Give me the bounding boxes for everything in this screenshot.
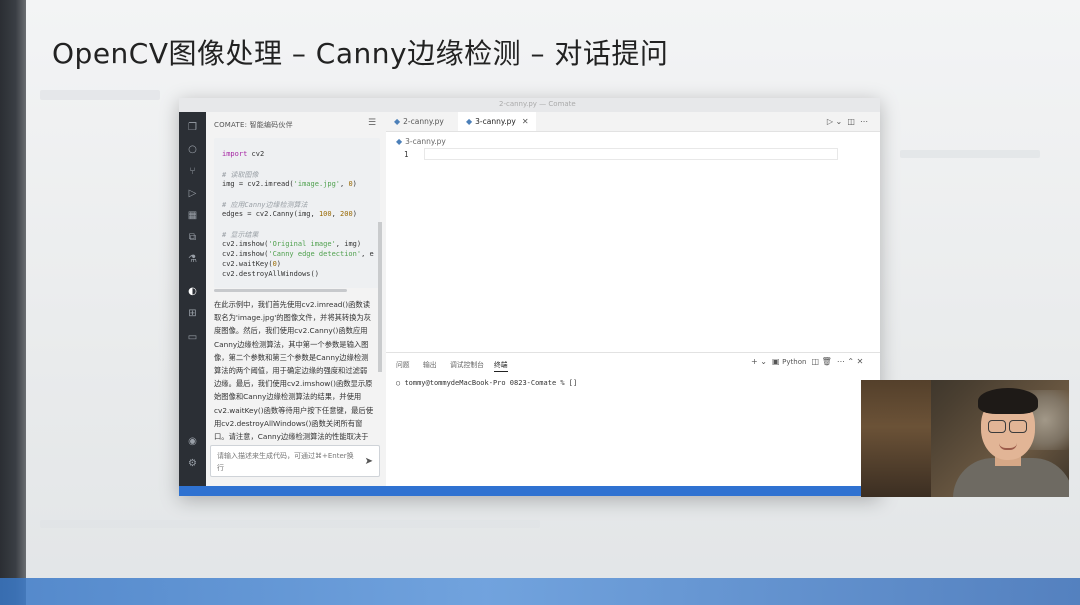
line-number: 1 bbox=[404, 150, 409, 159]
run-debug-icon[interactable]: ▷ bbox=[187, 188, 198, 199]
code-comment: # 显示结果 bbox=[222, 231, 259, 239]
close-panel-icon[interactable]: ✕ bbox=[857, 357, 864, 366]
ide-window: 2-canny.py — Comate ❐ ○ ⑂ ▷ ▦ ⧉ ⚗ ◐ ⊞ ▭ … bbox=[179, 98, 880, 496]
gear-icon[interactable]: ⚙ bbox=[187, 458, 198, 469]
testing-icon[interactable]: ⚗ bbox=[187, 254, 198, 265]
prompt-placeholder: 请输入描述来生成代码，可通过⌘+Enter换行 bbox=[217, 452, 354, 472]
split-editor-icon[interactable]: ◫ bbox=[847, 117, 855, 126]
code-token: ) bbox=[352, 180, 357, 188]
current-line[interactable] bbox=[424, 148, 838, 160]
code-number: 100 bbox=[318, 210, 332, 218]
python-file-icon: ◆ bbox=[394, 117, 401, 126]
code-token: img = cv2.imread( bbox=[222, 180, 294, 188]
code-token: import bbox=[222, 150, 248, 158]
slide-title: OpenCV图像处理 – Canny边缘检测 – 对话提问 bbox=[52, 37, 669, 70]
status-bar bbox=[179, 486, 880, 496]
background-ghost bbox=[40, 90, 160, 100]
extensions-icon[interactable]: ▦ bbox=[187, 210, 198, 221]
breadcrumb[interactable]: ◆ 3-canny.py bbox=[396, 137, 446, 146]
code-token: , bbox=[331, 210, 341, 218]
code-token: , img) bbox=[335, 240, 362, 248]
code-token: cv2.destroyAllWindows() bbox=[222, 270, 319, 278]
new-terminal-icon[interactable]: + bbox=[751, 357, 758, 366]
window-titlebar: 2-canny.py — Comate bbox=[179, 98, 880, 113]
trash-icon[interactable]: 🗑 bbox=[822, 357, 832, 366]
panel-actions: + ⌄ ▣ Python ◫ 🗑 ⋯ ⌃ ✕ bbox=[751, 357, 864, 366]
maximize-icon[interactable]: ⌃ bbox=[847, 357, 854, 366]
window-title: 2-canny.py — Comate bbox=[499, 100, 576, 108]
tab-debug-console[interactable]: 调试控制台 bbox=[450, 359, 484, 369]
python-file-icon: ◆ bbox=[466, 117, 473, 126]
background-left-edge bbox=[0, 0, 26, 605]
code-token: , e bbox=[361, 250, 374, 258]
activity-bar: ❐ ○ ⑂ ▷ ▦ ⧉ ⚗ ◐ ⊞ ▭ ◉ ⚙ bbox=[179, 112, 206, 496]
background-bottom-taskbar bbox=[0, 578, 1080, 605]
tab-2-canny[interactable]: ◆ 2-canny.py bbox=[386, 112, 458, 131]
terminal-prompt-text: tommy@tommydeMacBook-Pro 0823-Comate % [… bbox=[404, 379, 578, 387]
tab-label: 2-canny.py bbox=[403, 117, 444, 126]
source-control-icon[interactable]: ⑂ bbox=[187, 166, 198, 177]
code-string: 'image.jpg' bbox=[293, 180, 341, 188]
background-ghost bbox=[40, 520, 540, 528]
comate-sidebar: COMATE: 智能编码伙伴 ☰ import cv2 # 读取图像 img =… bbox=[206, 112, 387, 496]
code-snippet: import cv2 # 读取图像 img = cv2.imread('imag… bbox=[214, 138, 380, 288]
editor-area: ◆ 2-canny.py ◆ 3-canny.py ✕ ▷ ⌄ ◫ ⋯ ◆ 3-cann… bbox=[386, 112, 880, 496]
more-icon[interactable]: ⋯ bbox=[860, 117, 868, 126]
editor-tabs: ◆ 2-canny.py ◆ 3-canny.py ✕ ▷ ⌄ ◫ ⋯ bbox=[386, 112, 880, 132]
comate-icon[interactable]: ◐ bbox=[187, 286, 198, 297]
account-icon[interactable]: ◉ bbox=[187, 436, 198, 447]
python-file-icon: ◆ bbox=[396, 137, 403, 146]
send-icon[interactable]: ➤ bbox=[365, 456, 373, 467]
remote-icon[interactable]: ⧉ bbox=[187, 232, 198, 243]
code-comment: # 读取图像 bbox=[222, 171, 259, 179]
code-number: 200 bbox=[340, 210, 353, 218]
code-string: 'Original image' bbox=[268, 240, 336, 248]
sidebar-header: COMATE: 智能编码伙伴 bbox=[214, 121, 293, 129]
answer-explanation: 在此示例中，我们首先使用cv2.imread()函数读取名为'image.jpg… bbox=[214, 300, 373, 467]
code-token: cv2.waitKey( bbox=[222, 260, 273, 268]
bottom-panel: 问题 输出 调试控制台 终端 + ⌄ ▣ Python ◫ 🗑 ⋯ ⌃ ✕ ○ … bbox=[386, 352, 880, 496]
webcam-background-shelf bbox=[861, 380, 931, 497]
code-token: ) bbox=[276, 260, 282, 268]
code-string: 'Canny edge detection' bbox=[268, 250, 362, 258]
presenter-glasses bbox=[1009, 420, 1027, 433]
editor-actions: ▷ ⌄ ◫ ⋯ bbox=[826, 117, 868, 126]
search-icon[interactable]: ○ bbox=[187, 144, 198, 155]
presenter-webcam bbox=[861, 380, 1069, 497]
close-icon[interactable]: ✕ bbox=[522, 117, 529, 126]
code-token: cv2.imshow( bbox=[222, 240, 269, 248]
presenter-hair bbox=[978, 388, 1038, 414]
run-icon[interactable]: ▷ bbox=[827, 117, 833, 126]
folder-icon[interactable]: ▭ bbox=[187, 332, 198, 343]
code-token: cv2.imshow( bbox=[222, 250, 269, 258]
background-ghost bbox=[900, 150, 1040, 158]
tab-problems[interactable]: 问题 bbox=[396, 359, 410, 369]
breadcrumb-file: 3-canny.py bbox=[405, 137, 446, 146]
split-terminal-icon[interactable]: ◫ bbox=[812, 357, 820, 366]
tab-label: 3-canny.py bbox=[475, 117, 516, 126]
prompt-input[interactable]: 请输入描述来生成代码，可通过⌘+Enter换行 ➤ bbox=[210, 445, 380, 477]
explorer-icon[interactable]: ❐ bbox=[187, 122, 198, 133]
code-comment: # 应用Canny边缘检测算法 bbox=[222, 201, 308, 209]
terminal-prompt[interactable]: ○ tommy@tommydeMacBook-Pro 0823-Comate %… bbox=[396, 379, 577, 387]
docker-icon[interactable]: ⊞ bbox=[187, 308, 198, 319]
menu-lines-icon[interactable]: ☰ bbox=[368, 118, 376, 128]
tab-3-canny[interactable]: ◆ 3-canny.py ✕ bbox=[458, 112, 536, 131]
tab-output[interactable]: 输出 bbox=[423, 359, 437, 369]
more-icon[interactable]: ⋯ bbox=[837, 357, 845, 366]
presenter-glasses bbox=[988, 420, 1006, 433]
sidebar-vertical-scrollbar[interactable] bbox=[378, 222, 382, 372]
code-token: edges = cv2.Canny(img, bbox=[222, 210, 319, 218]
terminal-icon: ▣ bbox=[772, 357, 780, 366]
tab-terminal[interactable]: 终端 bbox=[494, 359, 508, 372]
code-token: ) bbox=[352, 210, 357, 218]
terminal-language[interactable]: Python bbox=[782, 358, 806, 366]
code-token: cv2 bbox=[247, 150, 265, 158]
code-horizontal-scrollbar[interactable] bbox=[214, 289, 347, 292]
